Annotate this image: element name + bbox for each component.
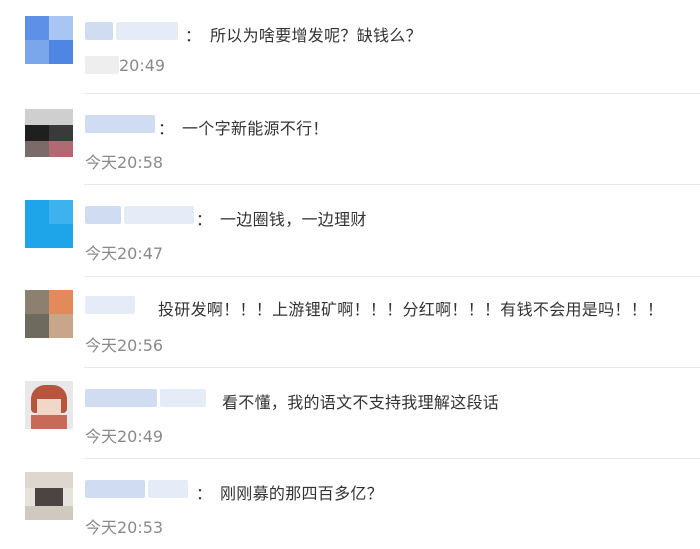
username[interactable] xyxy=(85,206,194,224)
colon: ： xyxy=(185,26,202,45)
timestamp: 今天20:53 xyxy=(85,518,164,537)
comment-item: ： 所以为啥要增发呢？缺钱么？ 20:49 xyxy=(0,0,700,91)
avatar[interactable] xyxy=(25,290,73,338)
avatar[interactable] xyxy=(25,381,73,429)
username[interactable] xyxy=(85,389,206,407)
avatar[interactable] xyxy=(25,472,73,520)
comment-item: 投研发啊！！！上游锂矿啊！！！分红啊！！！有钱不会用是吗！！！ 今天20:56 xyxy=(0,276,700,367)
avatar[interactable] xyxy=(25,200,73,248)
timestamp: 今天20:56 xyxy=(85,336,164,355)
comment-text: 所以为啥要增发呢？缺钱么？ xyxy=(210,26,422,45)
avatar[interactable] xyxy=(25,16,73,64)
timestamp: 今天20:58 xyxy=(85,153,164,172)
colon: ： xyxy=(158,119,175,138)
comment-text: 一个字新能源不行！ xyxy=(182,119,329,138)
username[interactable] xyxy=(85,296,135,314)
comment-text: 投研发啊！！！上游锂矿啊！！！分红啊！！！有钱不会用是吗！！！ xyxy=(158,300,664,319)
comment-item: ： 一边圈钱，一边理财 今天20:47 xyxy=(0,184,700,275)
comment-item: 看不懂，我的语文不支持我理解这段话 今天20:49 xyxy=(0,367,700,458)
avatar[interactable] xyxy=(25,109,73,157)
timestamp: 今天20:49 xyxy=(85,427,164,446)
comment-text: 一边圈钱，一边理财 xyxy=(220,210,367,229)
comment-item: ： 一个字新能源不行！ 今天20:58 xyxy=(0,93,700,184)
timestamp: 20:49 xyxy=(119,56,166,75)
colon: ： xyxy=(196,484,213,503)
timestamp: 今天20:47 xyxy=(85,244,164,263)
comment-list: ： 所以为啥要增发呢？缺钱么？ 20:49 ： 一个字新能源不行！ 今天20:5… xyxy=(0,0,700,542)
comment-text: 刚刚募的那四百多亿？ xyxy=(220,484,384,503)
username[interactable] xyxy=(85,22,178,40)
username[interactable] xyxy=(85,480,188,498)
comment-text: 看不懂，我的语文不支持我理解这段话 xyxy=(222,393,500,412)
comment-item: ： 刚刚募的那四百多亿？ 今天20:53 xyxy=(0,458,700,549)
username[interactable] xyxy=(85,115,155,133)
colon: ： xyxy=(196,210,213,229)
